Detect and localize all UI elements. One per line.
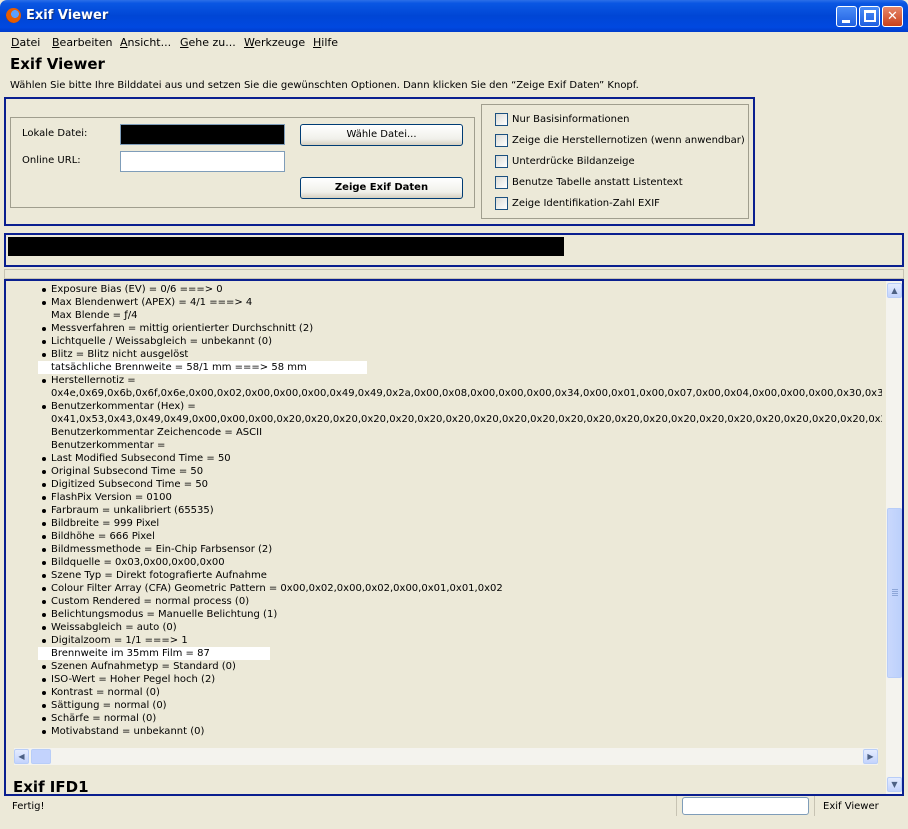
exif-list-item: tatsächliche Brennweite = 58/1 mm ===> 5…	[38, 361, 367, 374]
status-text: Fertig!	[12, 801, 45, 812]
exif-list-item: Weissabgleich = auto (0)	[51, 622, 177, 633]
option-checkbox-makernotes[interactable]	[495, 134, 508, 147]
progress-bar	[8, 237, 564, 256]
menu-datei[interactable]: Datei	[11, 36, 40, 49]
exif-list-item: Blitz = Blitz nicht ausgelöst	[51, 349, 189, 360]
exif-list-item: Szenen Aufnahmetyp = Standard (0)	[51, 661, 236, 672]
exif-list-item: Benutzerkommentar =	[51, 440, 166, 451]
exif-list-item: ISO-Wert = Hoher Pegel hoch (2)	[51, 674, 216, 685]
exif-list-item: 0x41,0x53,0x43,0x49,0x49,0x00,0x00,0x00,…	[51, 414, 882, 425]
online-url-label: Online URL:	[22, 155, 81, 166]
exif-list-item: Original Subsecond Time = 50	[51, 466, 204, 477]
maximize-button[interactable]	[859, 6, 880, 27]
scroll-right-button[interactable]: ▶	[863, 749, 878, 764]
exif-list-item: Kontrast = normal (0)	[51, 687, 160, 698]
firefox-icon	[6, 8, 21, 23]
exif-list-item: Bildbreite = 999 Pixel	[51, 518, 160, 529]
page-title: Exif Viewer	[10, 55, 105, 73]
exif-list: Exposure Bias (EV) = 0/6 ===> 0 Max Blend…	[6, 281, 882, 741]
exif-list-item: Exposure Bias (EV) = 0/6 ===> 0	[51, 284, 223, 295]
menu-bearbeiten[interactable]: Bearbeiten	[52, 36, 112, 49]
status-app-label: Exif Viewer	[823, 801, 879, 812]
title-bar[interactable]: Exif Viewer ✕	[0, 0, 908, 32]
option-checkbox-basic[interactable]	[495, 113, 508, 126]
option-label-makernotes: Zeige die Herstellernotizen (wenn anwend…	[512, 135, 745, 146]
exif-list-item: Sättigung = normal (0)	[51, 700, 167, 711]
status-bar: Fertig! Exif Viewer	[0, 796, 908, 829]
exif-list-item: Benutzerkommentar (Hex) =	[51, 401, 196, 412]
vertical-scrollbar[interactable]: ▲ ▼	[886, 281, 902, 794]
option-checkbox-suppress-image[interactable]	[495, 155, 508, 168]
exif-list-item: 0x4e,0x69,0x6b,0x6f,0x6e,0x00,0x02,0x00,…	[51, 388, 882, 399]
exif-list-item: Custom Rendered = normal process (0)	[51, 596, 250, 607]
choose-file-button[interactable]: Wähle Datei...	[300, 124, 463, 146]
exif-list-item: Herstellernotiz =	[51, 375, 136, 386]
exif-list-item: Bildquelle = 0x03,0x00,0x00,0x00	[51, 557, 225, 568]
maximize-icon	[864, 10, 876, 22]
menu-gehe-zu[interactable]: Gehe zu...	[180, 36, 236, 49]
divider	[4, 269, 904, 279]
exif-list-item: Max Blendenwert (APEX) = 4/1 ===> 4	[51, 297, 253, 308]
exif-list-item: Schärfe = normal (0)	[51, 713, 157, 724]
option-checkbox-table[interactable]	[495, 176, 508, 189]
minimize-button[interactable]	[836, 6, 857, 27]
option-label-exif-id: Zeige Identifikation-Zahl EXIF	[512, 198, 660, 209]
local-file-field[interactable]	[120, 124, 285, 145]
status-progress-field	[682, 797, 809, 815]
menu-hilfe[interactable]: Hilfe	[313, 36, 338, 49]
horizontal-scrollbar[interactable]: ◀ ▶	[14, 748, 878, 765]
close-button[interactable]: ✕	[882, 6, 903, 27]
menu-bar: Datei Bearbeiten Ansicht... Gehe zu... W…	[0, 32, 908, 52]
menu-ansicht[interactable]: Ansicht...	[120, 36, 171, 49]
local-file-label: Lokale Datei:	[22, 128, 88, 139]
exif-list-item: Farbraum = unkalibriert (65535)	[51, 505, 214, 516]
exif-content-panel: Exposure Bias (EV) = 0/6 ===> 0 Max Blend…	[4, 279, 904, 796]
horizontal-scroll-thumb[interactable]	[31, 749, 51, 764]
option-label-table: Benutze Tabelle anstatt Listentext	[512, 177, 683, 188]
exif-list-item: Szene Typ = Direkt fotografierte Aufnahm…	[51, 570, 267, 581]
menu-werkzeuge[interactable]: Werkzeuge	[244, 36, 305, 49]
exif-list-item: Bildhöhe = 666 Pixel	[51, 531, 155, 542]
exif-list-item: Max Blende = ƒ/4	[51, 310, 138, 321]
exif-list-item: Lichtquelle / Weissabgleich = unbekannt …	[51, 336, 272, 347]
exif-list-item: FlashPix Version = 0100	[51, 492, 172, 503]
exif-list-item: Belichtungsmodus = Manuelle Belichtung (…	[51, 609, 278, 620]
section-heading-ifd1: Exif IFD1	[13, 778, 89, 796]
exif-list-item: Last Modified Subsecond Time = 50	[51, 453, 231, 464]
window-title: Exif Viewer	[26, 8, 109, 23]
exif-list-item: Digitalzoom = 1/1 ===> 1	[51, 635, 188, 646]
exif-list-item: Bildmessmethode = Ein-Chip Farbsensor (2…	[51, 544, 273, 555]
option-label-suppress-image: Unterdrücke Bildanzeige	[512, 156, 635, 167]
exif-list-item: Colour Filter Array (CFA) Geometric Patt…	[51, 583, 503, 594]
exif-list-item: Brennweite im 35mm Film = 87	[38, 647, 270, 660]
exif-list-item: Motivabstand = unbekannt (0)	[51, 726, 205, 737]
option-checkbox-exif-id[interactable]	[495, 197, 508, 210]
option-label-basic: Nur Basisinformationen	[512, 114, 630, 125]
exif-list-item: Messverfahren = mittig orientierter Durc…	[51, 323, 314, 334]
show-exif-button[interactable]: Zeige Exif Daten	[300, 177, 463, 199]
scroll-thumb[interactable]	[887, 508, 902, 678]
scroll-left-button[interactable]: ◀	[14, 749, 29, 764]
online-url-input[interactable]	[120, 151, 285, 172]
scroll-up-button[interactable]: ▲	[887, 283, 902, 298]
intro-text: Wählen Sie bitte Ihre Bilddatei aus und …	[10, 80, 639, 91]
minimize-icon	[842, 20, 850, 23]
scroll-down-button[interactable]: ▼	[887, 777, 902, 792]
exif-list-item: Benutzerkommentar Zeichencode = ASCII	[51, 427, 263, 438]
close-icon: ✕	[887, 9, 898, 24]
exif-list-item: Digitized Subsecond Time = 50	[51, 479, 209, 490]
